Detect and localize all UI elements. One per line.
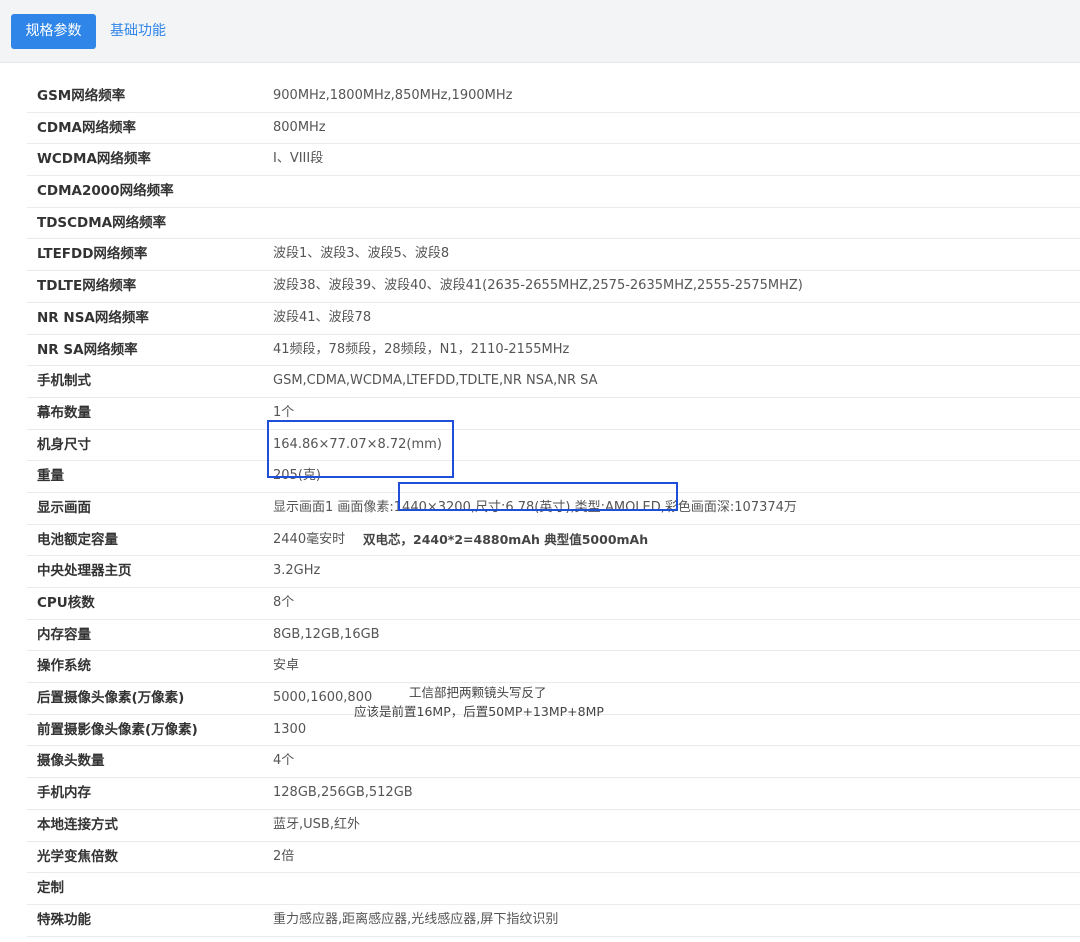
table-row: 电池额定容量 2440毫安时 双电芯，2440*2=4880mAh 典型值5000m… [27, 525, 1080, 557]
spec-value: 205(克) [273, 468, 321, 484]
spec-value: GSM,CDMA,WCDMA,LTEFDD,TDLTE,NR NSA,NR SA [273, 373, 598, 389]
camera-note-2: 应该是前置16MP，后置50MP+13MP+8MP [354, 704, 604, 719]
table-row: CDMA2000网络频率 [27, 176, 1080, 208]
spec-value: 164.86×77.07×8.72(mm) [273, 436, 442, 452]
spec-label: 手机内存 [37, 785, 91, 802]
tab-specs[interactable]: 规格参数 [11, 14, 96, 49]
spec-label: 重量 [37, 468, 64, 485]
spec-label: LTEFDD网络频率 [37, 246, 148, 263]
table-row: 重量 205(克) [27, 461, 1080, 493]
spec-value: 3.2GHz [273, 563, 321, 579]
camera-note-1: 工信部把两颗镜头写反了 [409, 685, 547, 700]
spec-label: 机身尺寸 [37, 436, 91, 453]
table-row: GSM网络频率 900MHz,1800MHz,850MHz,1900MHz [27, 81, 1080, 113]
spec-value: 重力感应器,距离感应器,光线感应器,屏下指纹识别 [273, 911, 559, 927]
table-row: CDMA网络频率 800MHz [27, 113, 1080, 145]
spec-label: 操作系统 [37, 658, 91, 675]
spec-label: 内存容量 [37, 626, 91, 643]
spec-value: 2倍 [273, 848, 295, 864]
spec-value: 1个 [273, 404, 295, 420]
table-row: 内存容量 8GB,12GB,16GB [27, 620, 1080, 652]
table-row: NR SA网络频率 41频段，78频段，28频段，N1，2110-2155MHz [27, 335, 1080, 367]
spec-label: 特殊功能 [37, 911, 91, 928]
spec-label: 手机制式 [37, 373, 91, 390]
spec-label: 后置摄像头像素(万像素) [37, 690, 185, 707]
table-row: TDSCDMA网络频率 [27, 208, 1080, 240]
tab-basic-functions[interactable]: 基础功能 [110, 14, 166, 49]
table-row: 机身尺寸 164.86×77.07×8.72(mm) [27, 430, 1080, 462]
spec-value: 128GB,256GB,512GB [273, 785, 413, 801]
spec-label: CDMA网络频率 [37, 119, 136, 136]
spec-value: 8个 [273, 595, 295, 610]
spec-label: 显示画面 [37, 499, 91, 516]
spec-value: 800MHz [273, 119, 326, 135]
spec-label: 中央处理器主页 [37, 563, 132, 580]
table-row: LTEFDD网络频率 波段1、波段3、波段5、波段8 [27, 239, 1080, 272]
spec-label: WCDMA网络频率 [37, 151, 151, 168]
table-row: 幕布数量 1个 [27, 398, 1080, 430]
table-row: 特殊功能 重力感应器,距离感应器,光线感应器,屏下指纹识别 [27, 905, 1080, 937]
spec-label: 光学变焦倍数 [37, 848, 118, 865]
spec-label: 幕布数量 [37, 404, 91, 421]
spec-label: NR NSA网络频率 [37, 309, 149, 326]
table-row: 光学变焦倍数 2倍 [27, 842, 1080, 874]
table-row: 中央处理器主页 3.2GHz [27, 556, 1080, 588]
table-row: 手机制式 GSM,CDMA,WCDMA,LTEFDD,TDLTE,NR NSA,N… [27, 366, 1080, 398]
spec-label: 定制 [37, 880, 64, 897]
spec-value: 4个 [273, 753, 295, 769]
spec-value: 41频段，78频段，28频段，N1，2110-2155MHz [273, 341, 570, 357]
spec-label: 摄像头数量 [37, 753, 105, 770]
spec-value: 波段1、波段3、波段5、波段8 [273, 246, 450, 262]
spec-label: 本地连接方式 [37, 816, 118, 833]
table-row: 定制 [27, 873, 1080, 905]
table-row: NR NSA网络频率 波段41、波段78 [27, 303, 1080, 335]
spec-label: CPU核数 [37, 595, 95, 611]
table-row: 显示画面 显示画面1 画面像素:1440×3200,尺寸:6.78(英寸),类型:… [27, 493, 1080, 525]
table-row: 本地连接方式 蓝牙,USB,红外 [27, 810, 1080, 842]
spec-value: 1300 [273, 721, 307, 737]
tab-bar: 规格参数 基础功能 [0, 0, 1080, 63]
table-row: TDLTE网络频率 波段38、波段39、波段40、波段41(2635-2655MH… [27, 271, 1080, 303]
spec-value: I、VIII段 [273, 151, 324, 167]
spec-value: 波段41、波段78 [273, 309, 372, 325]
spec-value: 2440毫安时 [273, 531, 346, 547]
spec-value: 显示画面1 画面像素:1440×3200,尺寸:6.78(英寸),类型:AMOL… [273, 499, 797, 515]
table-row: 摄像头数量 4个 [27, 746, 1080, 779]
spec-value: 波段38、波段39、波段40、波段41(2635-2655MHZ,2575-26… [273, 278, 803, 294]
spec-value: 安卓 [273, 658, 300, 674]
spec-label: CDMA2000网络频率 [37, 183, 174, 200]
table-row: CPU核数 8个 [27, 588, 1080, 620]
battery-note: 双电芯，2440*2=4880mAh 典型值5000mAh [363, 531, 649, 547]
spec-value: 蓝牙,USB,红外 [273, 816, 360, 832]
table-row: WCDMA网络频率 I、VIII段 [27, 144, 1080, 177]
table-row: 手机内存 128GB,256GB,512GB [27, 778, 1080, 810]
spec-label: GSM网络频率 [37, 88, 126, 104]
table-row: 操作系统 安卓 [27, 651, 1080, 684]
spec-value: 8GB,12GB,16GB [273, 626, 380, 642]
spec-label: NR SA网络频率 [37, 341, 138, 358]
spec-table: GSM网络频率 900MHz,1800MHz,850MHz,1900MHz CDMA… [27, 81, 1080, 937]
spec-value: 900MHz,1800MHz,850MHz,1900MHz [273, 88, 513, 103]
spec-label: 前置摄影像头像素(万像素) [37, 721, 198, 738]
spec-label: TDLTE网络频率 [37, 278, 137, 295]
spec-label: TDSCDMA网络频率 [37, 214, 167, 231]
spec-label: 电池额定容量 [37, 531, 118, 548]
